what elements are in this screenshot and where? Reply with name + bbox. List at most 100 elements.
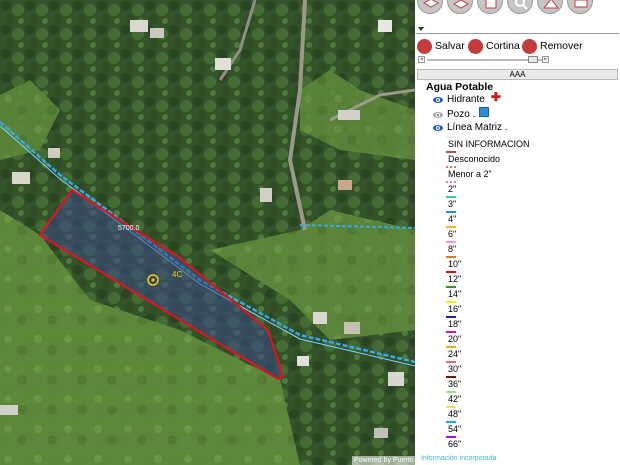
divider [416, 33, 619, 34]
print-preview-icon [485, 0, 497, 9]
map-credit[interactable]: Powered by Puerto R [352, 456, 415, 465]
legend-item: 2" [445, 181, 615, 195]
legend-item: 20" [445, 331, 615, 345]
save-label: Salvar [435, 40, 465, 52]
legend-label: 12" [448, 274, 462, 284]
collapse-arrow-icon[interactable] [418, 27, 424, 31]
legend-line-swatch [446, 151, 456, 153]
legend-item: 66" [445, 436, 615, 450]
layer-actions: Salvar Cortina Remover [417, 37, 617, 55]
legend-line-swatch [446, 331, 456, 333]
toolbar-button-search[interactable] [507, 0, 533, 14]
opacity-slider[interactable]: ◂ ▸ [418, 56, 549, 64]
legend-line-swatch [446, 196, 456, 198]
legend-item: 16" [445, 301, 615, 315]
toolbar-button-print[interactable] [567, 0, 593, 14]
legend-line-swatch [446, 181, 456, 183]
remove-button[interactable]: Remover [522, 37, 583, 55]
parcel-tag-label: 4C [172, 270, 182, 279]
legend-label: Desconocido [448, 154, 501, 164]
legend-line-swatch [446, 241, 456, 243]
layer-hidrante[interactable]: Hidrante ✚ [433, 90, 501, 106]
legend-item: 10" [445, 256, 615, 270]
map-view[interactable]: 5700.0 4C Powered by Puerto R [0, 0, 415, 465]
legend-label: 3" [448, 199, 457, 209]
layers-stack-icon [422, 0, 440, 8]
remove-icon [522, 38, 537, 54]
legend-label: 6" [448, 229, 457, 239]
legend-line-swatch [446, 316, 456, 318]
legend-label: 4" [448, 214, 457, 224]
slider-right-arrow-icon[interactable]: ▸ [542, 56, 549, 63]
aerial-imagery: 5700.0 4C [0, 0, 415, 465]
legend-line-swatch [446, 376, 456, 378]
layers-icon [452, 0, 470, 9]
legend-line-swatch [446, 271, 456, 273]
legend-label: 16" [448, 304, 462, 314]
layer-label: Línea Matriz . [447, 122, 508, 133]
slider-left-arrow-icon[interactable]: ◂ [418, 56, 425, 63]
curtain-icon [468, 38, 483, 54]
legend-label: 20" [448, 334, 462, 344]
parcel-area-label: 5700.0 [118, 225, 140, 232]
toolbar-button-print-preview[interactable] [477, 0, 503, 14]
eye-icon[interactable] [433, 96, 443, 103]
save-button[interactable]: Salvar [417, 37, 465, 55]
footer-link[interactable]: Información incorporada [421, 455, 497, 462]
legend-line-swatch [446, 391, 456, 393]
curtain-label: Cortina [486, 40, 520, 52]
legend-label: 14" [448, 289, 462, 299]
legend-label: 36" [448, 379, 462, 389]
legend-label: 10" [448, 259, 462, 269]
printer-icon [574, 0, 588, 8]
legend-line-swatch [446, 406, 456, 408]
curtain-button[interactable]: Cortina [468, 37, 520, 55]
eye-icon[interactable] [433, 124, 443, 131]
legend-line-swatch [446, 136, 456, 138]
legend-item: 14" [445, 286, 615, 300]
legend-label: 2" [448, 184, 457, 194]
toolbar-button-layers[interactable] [447, 0, 473, 14]
legend-item: Menor a 2" [445, 166, 615, 180]
legend-item: 4" [445, 211, 615, 225]
layer-linea-matriz[interactable]: Línea Matriz . [433, 121, 508, 134]
legend-item: 54" [445, 421, 615, 435]
toolbar-button-layers-stack[interactable] [417, 0, 443, 14]
save-icon [417, 38, 432, 54]
legend-label: 48" [448, 409, 462, 419]
legend-line-swatch [446, 301, 456, 303]
eye-hidden-icon[interactable] [433, 111, 443, 118]
legend-label: Menor a 2" [448, 169, 492, 179]
measure-icon [542, 0, 560, 9]
search-icon [515, 0, 528, 9]
legend-line-swatch [446, 256, 456, 258]
legend-label: SIN INFORMACION [448, 139, 530, 149]
legend-item: 18" [445, 316, 615, 330]
legend-item: 48" [445, 406, 615, 420]
legend-label: 30" [448, 364, 462, 374]
legend-item: 12" [445, 271, 615, 285]
legend-item: 8" [445, 241, 615, 255]
legend-line-swatch [446, 226, 456, 228]
slider-thumb[interactable] [528, 56, 538, 63]
legend-line-swatch [446, 436, 456, 438]
well-icon [479, 107, 490, 117]
legend-label: 24" [448, 349, 462, 359]
hydrant-cross-icon: ✚ [490, 90, 501, 104]
legend-item: 30" [445, 361, 615, 375]
toolbar-button-measure[interactable] [537, 0, 563, 14]
legend-label: 18" [448, 319, 462, 329]
toolbar [415, 0, 620, 28]
legend-item: 6" [445, 226, 615, 240]
group-header[interactable]: AAA [417, 69, 618, 80]
legend-line-swatch [446, 421, 456, 423]
legend-label: 54" [448, 424, 462, 434]
legend-item: 24" [445, 346, 615, 360]
layers-panel: Salvar Cortina Remover ◂ ▸ AAA Agua Pota… [415, 0, 620, 465]
remove-label: Remover [540, 40, 583, 52]
legend-line-swatch [446, 346, 456, 348]
layer-pozo[interactable]: Pozo . [433, 107, 490, 121]
legend-item: 42" [445, 391, 615, 405]
legend-line-swatch [446, 166, 456, 168]
legend-line-swatch [446, 211, 456, 213]
